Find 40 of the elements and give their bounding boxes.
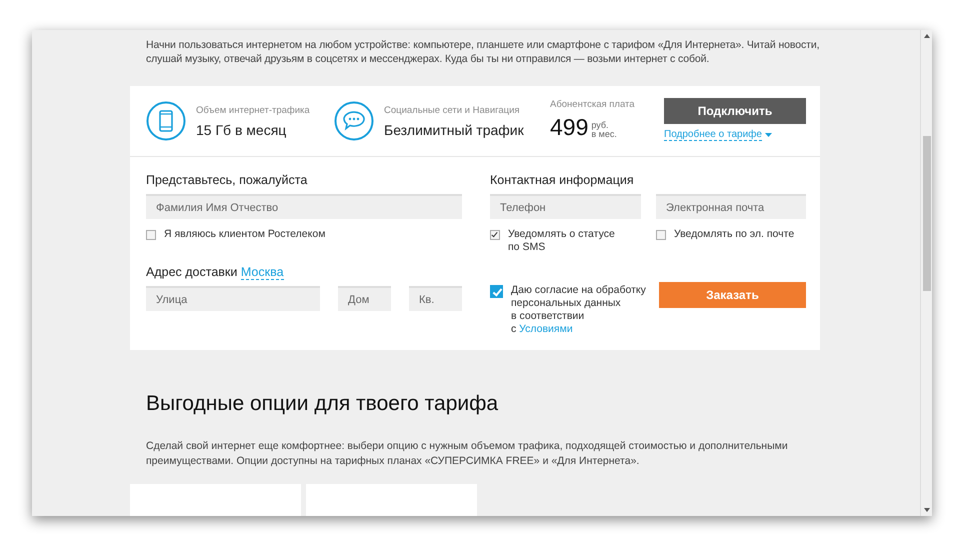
checkbox[interactable]: [146, 230, 156, 240]
terms-link[interactable]: Условиями: [519, 323, 573, 335]
smartphone-icon: [146, 101, 186, 141]
feature-caption: Социальные сети и Навигация: [384, 104, 521, 116]
full-name-field[interactable]: Фамилия Имя Отчество: [146, 194, 462, 219]
checkbox-label: Я являюсь клиентом Ростелеком: [164, 228, 326, 241]
address-field[interactable]: Дом: [338, 286, 391, 311]
scroll-up-icon[interactable]: [924, 34, 930, 38]
chat-bubble-icon: [334, 101, 374, 141]
section-heading: Представьтесь, пожалуйста: [146, 173, 308, 187]
checkbox[interactable]: [490, 285, 503, 298]
checkbox-label: Уведомлять по эл. почте: [674, 228, 794, 241]
section-heading: Адрес доставки: [146, 265, 238, 279]
feature-value: 15 Гб в месяц: [196, 122, 288, 138]
period-label: в мес.: [591, 129, 617, 139]
email-field[interactable]: Электронная почта: [656, 194, 806, 219]
section-description: Сделай свой интернет еще комфортнее: выбери опцию с нужным объемом трафика, подходящей стоимостью и дополнительными преимуществами. Опции доступны на тарифных планах «СУПЕРСИМКА FREE» и «Для Интернета».: [146, 439, 789, 469]
order-button[interactable]: Заказать: [659, 282, 806, 308]
price-caption: Абонентская плата: [550, 99, 636, 110]
connect-button[interactable]: Подключить: [664, 98, 806, 124]
price-amount: 499: [550, 116, 588, 139]
address-field[interactable]: Улица: [146, 286, 320, 311]
feature-value: Безлимитный трафик: [384, 122, 524, 138]
section-heading: Контактная информация: [490, 173, 635, 187]
tariff-details-link[interactable]: Подробнее о тарифе: [664, 128, 762, 140]
consent-text: Даю согласие на обработку персональных данных в соответствии с Условиями: [511, 284, 647, 336]
currency-label: руб.: [591, 120, 609, 130]
section-title: Выгодные опции для твоего тарифа: [146, 392, 500, 416]
feature-caption: Объем интернет-трафика: [196, 104, 310, 116]
intro-text: Начни пользоваться интернетом на любом устройстве: компьютере, планшете или смартфоне с тарифом «Для Интернета». Читай новости, слушай музыку, отвечай друзьям в соцсетях и мессенджерах. Куда бы ты ни отправился — возьми интернет с собой.: [146, 38, 820, 66]
checkbox[interactable]: [656, 230, 666, 240]
city-link[interactable]: Москва: [240, 265, 284, 280]
caret-icon: [764, 132, 772, 136]
checkbox-label: Уведомлять о статусе по SMS: [508, 228, 616, 254]
checkbox[interactable]: [490, 230, 500, 240]
scrollbar-thumb[interactable]: [922, 136, 930, 290]
phone-field[interactable]: Телефон: [490, 194, 641, 219]
scroll-down-icon[interactable]: [924, 508, 930, 512]
address-field[interactable]: Кв.: [409, 286, 462, 311]
scrollbar[interactable]: [920, 30, 932, 516]
